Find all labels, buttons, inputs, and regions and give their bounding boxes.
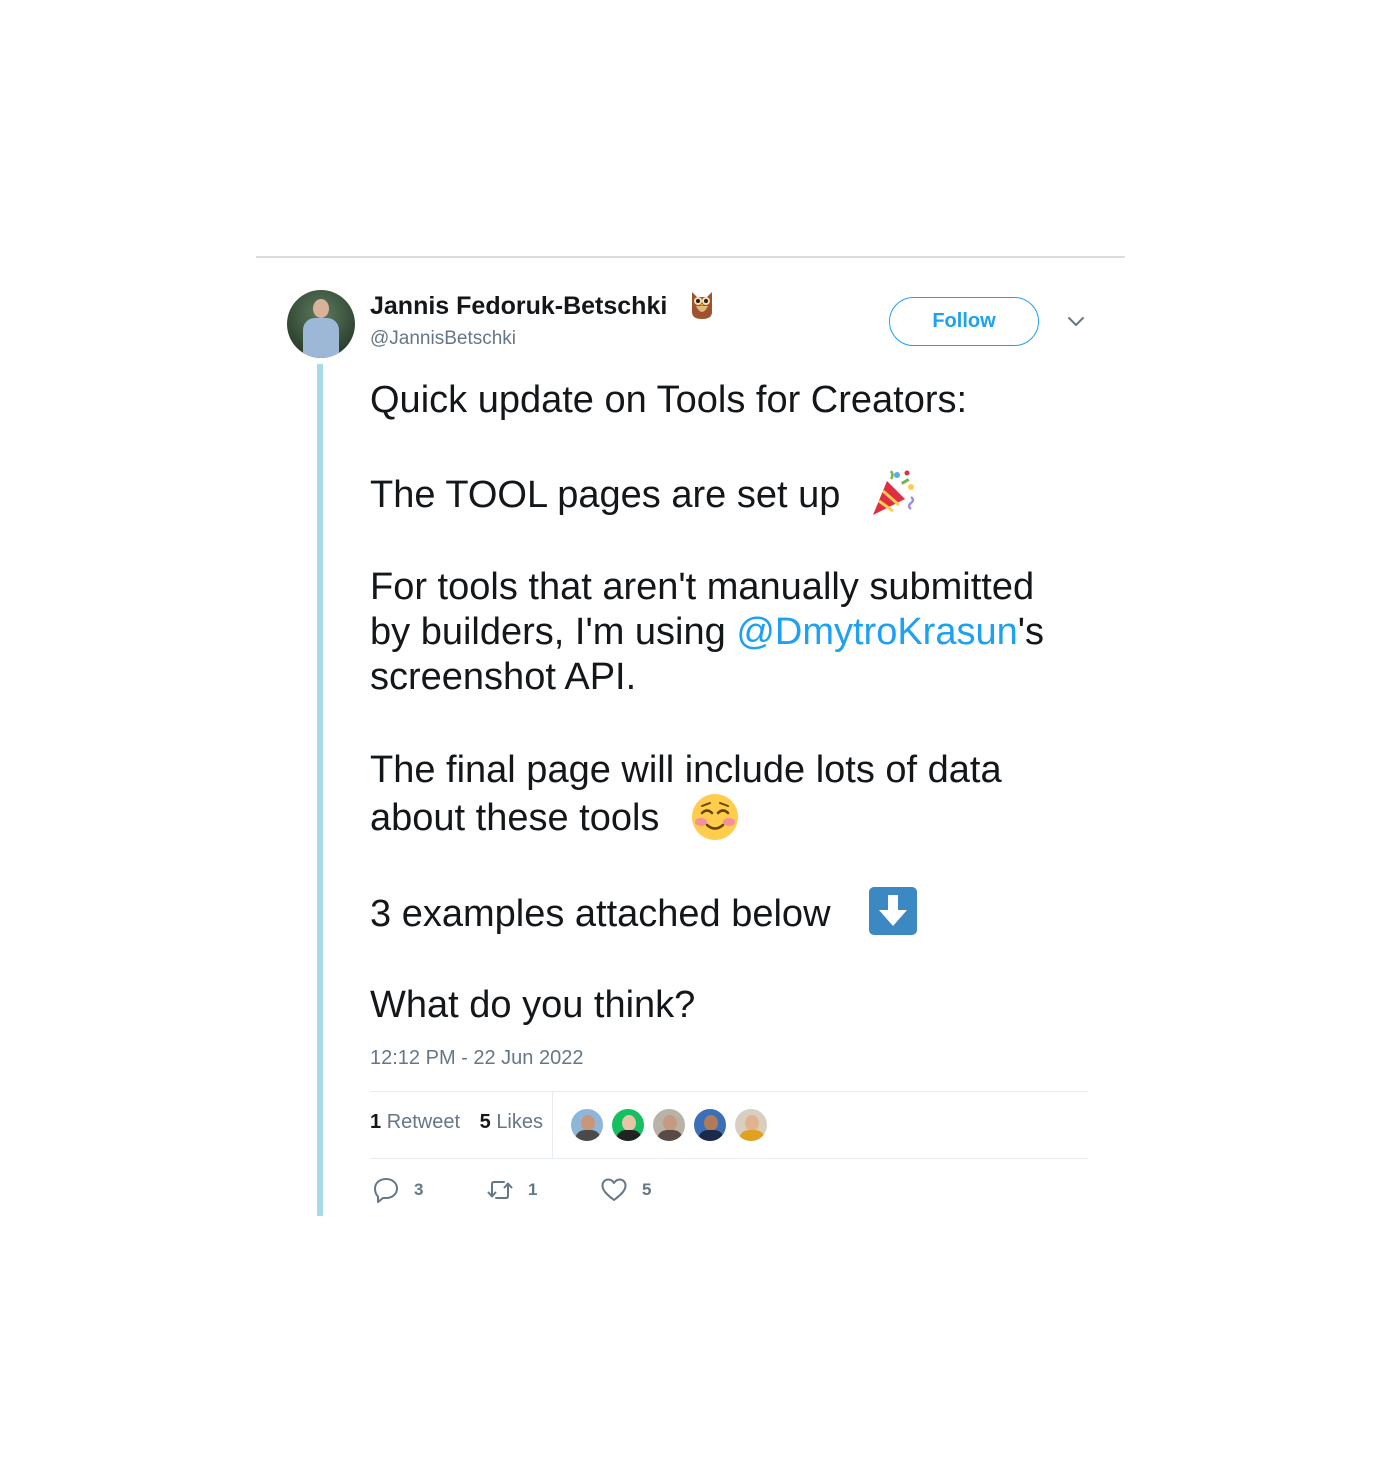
retweet-stat[interactable]: 1 Retweet [370,1111,460,1133]
stats-top-divider [370,1091,1088,1092]
tweet-text-segment: by builders, I'm using [370,611,737,653]
like-button[interactable]: 5 [600,1176,651,1204]
tweet-text-line: by builders, I'm using @DmytroKrasun's [370,610,1044,654]
chevron-down-icon[interactable] [1066,314,1086,330]
author-handle[interactable]: @JannisBetschki [370,328,516,350]
liker-avatar[interactable] [733,1107,769,1143]
retweet-count: 1 [528,1180,538,1199]
tweet-text-line: The final page will include lots of data [370,749,1002,791]
tweet-text-line: 3 examples attached below [370,893,831,935]
retweet-button[interactable]: 1 [486,1176,537,1204]
tweet-text-line: For tools that aren't manually submitted [370,566,1035,608]
top-divider [256,256,1125,258]
liker-avatar[interactable] [651,1107,687,1143]
author-name[interactable]: Jannis Fedoruk-Betschki [370,292,667,321]
tweet-text-line: What do you think? [370,984,696,1026]
tweet-timestamp[interactable]: 12:12 PM - 22 Jun 2022 [370,1047,583,1070]
party-popper-icon [873,470,915,515]
tweet-text-line: Quick update on Tools for Creators: [370,379,968,421]
reply-button[interactable]: 3 [372,1176,423,1204]
mention-link[interactable]: @DmytroKrasun [736,611,1017,653]
owl-icon [692,292,712,319]
retweet-stat-label: Retweet [386,1111,461,1133]
like-stat-count: 5 [479,1111,491,1133]
reply-icon [374,1178,398,1203]
like-stat-label: Likes [496,1111,544,1133]
liker-avatar[interactable] [569,1107,605,1143]
like-stat[interactable]: 5 Likes [480,1111,543,1133]
retweet-stat-count: 1 [370,1111,382,1133]
thread-line [317,364,323,1216]
avatar[interactable] [287,290,355,358]
heart-icon [601,1178,627,1201]
like-count: 5 [642,1180,652,1199]
tweet-text-line: screenshot API. [370,656,637,698]
down-arrow-icon [869,887,917,935]
stats-bottom-divider [370,1158,1088,1159]
tweet-text-segment: 's [1017,611,1044,653]
retweet-icon [487,1181,513,1199]
smiling-face-icon [692,794,738,840]
liker-avatar[interactable] [692,1107,728,1143]
liker-avatar[interactable] [610,1107,646,1143]
tweet-stats: 1 Retweet 5 Likes [370,1111,557,1134]
follow-button[interactable]: Follow [889,297,1039,346]
tweet-text-line: The TOOL pages are set up [370,474,841,516]
reply-count: 3 [414,1180,424,1199]
tweet-text-line: about these tools [370,797,660,839]
